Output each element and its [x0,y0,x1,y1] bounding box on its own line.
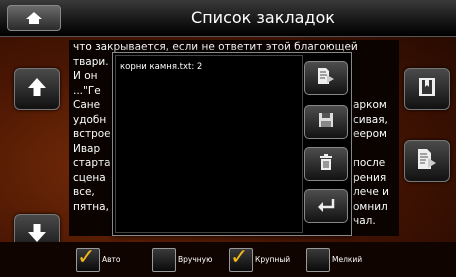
open-bookmark-button[interactable] [304,61,348,95]
floppy-icon [318,112,334,132]
document-arrow-icon [416,148,438,174]
bookmark-button[interactable] [404,68,450,110]
text-fragment: омнил [353,200,388,213]
trash-icon [318,154,334,174]
auto-checkbox[interactable]: ✓ [76,245,100,272]
auto-label: Авто [102,255,121,264]
bookmarks-screen: Список закладок что закрывается, если не… [0,0,456,277]
document-go-icon [317,67,335,89]
text-fragment: арком [353,99,387,111]
text-fragment: еером [353,128,387,140]
bookmarks-popup: корни камня.txt: 2 [112,52,352,236]
home-icon [26,9,42,28]
text-fragment: чал. [353,215,376,227]
save-bookmark-button[interactable] [304,105,348,139]
delete-bookmark-button[interactable] [304,147,348,181]
scroll-up-button[interactable] [14,68,60,110]
return-icon [317,197,335,216]
home-button[interactable] [7,5,61,31]
page-title: Список закладок [191,8,335,27]
small-checkbox[interactable] [306,248,330,272]
back-button[interactable] [304,189,348,223]
bookmark-list: корни камня.txt: 2 [115,55,303,233]
title-bar: Список закладок [0,0,456,37]
text-fragment: рения [353,171,387,184]
checkmark-icon: ✓ [230,245,249,270]
list-item[interactable]: корни камня.txt: 2 [120,62,202,72]
manual-label: Вручную [178,255,213,264]
arrow-up-icon [27,77,47,101]
bookmark-icon [418,77,436,101]
text-fragment: лече и [353,186,389,198]
text-right-fragments: арком сивая, еером после рения лече и ом… [353,98,391,229]
small-label: Мелкий [332,255,363,264]
checkmark-icon: ✓ [77,245,96,270]
large-label: Крупный [255,255,291,264]
options-bar: ✓ Авто Вручную ✓ Крупный Мелкий [0,242,456,277]
large-checkbox[interactable]: ✓ [229,245,253,272]
manual-checkbox[interactable] [152,248,176,272]
document-button[interactable] [404,140,450,182]
text-fragment: сивая, [353,113,388,126]
text-fragment: после [353,157,386,169]
